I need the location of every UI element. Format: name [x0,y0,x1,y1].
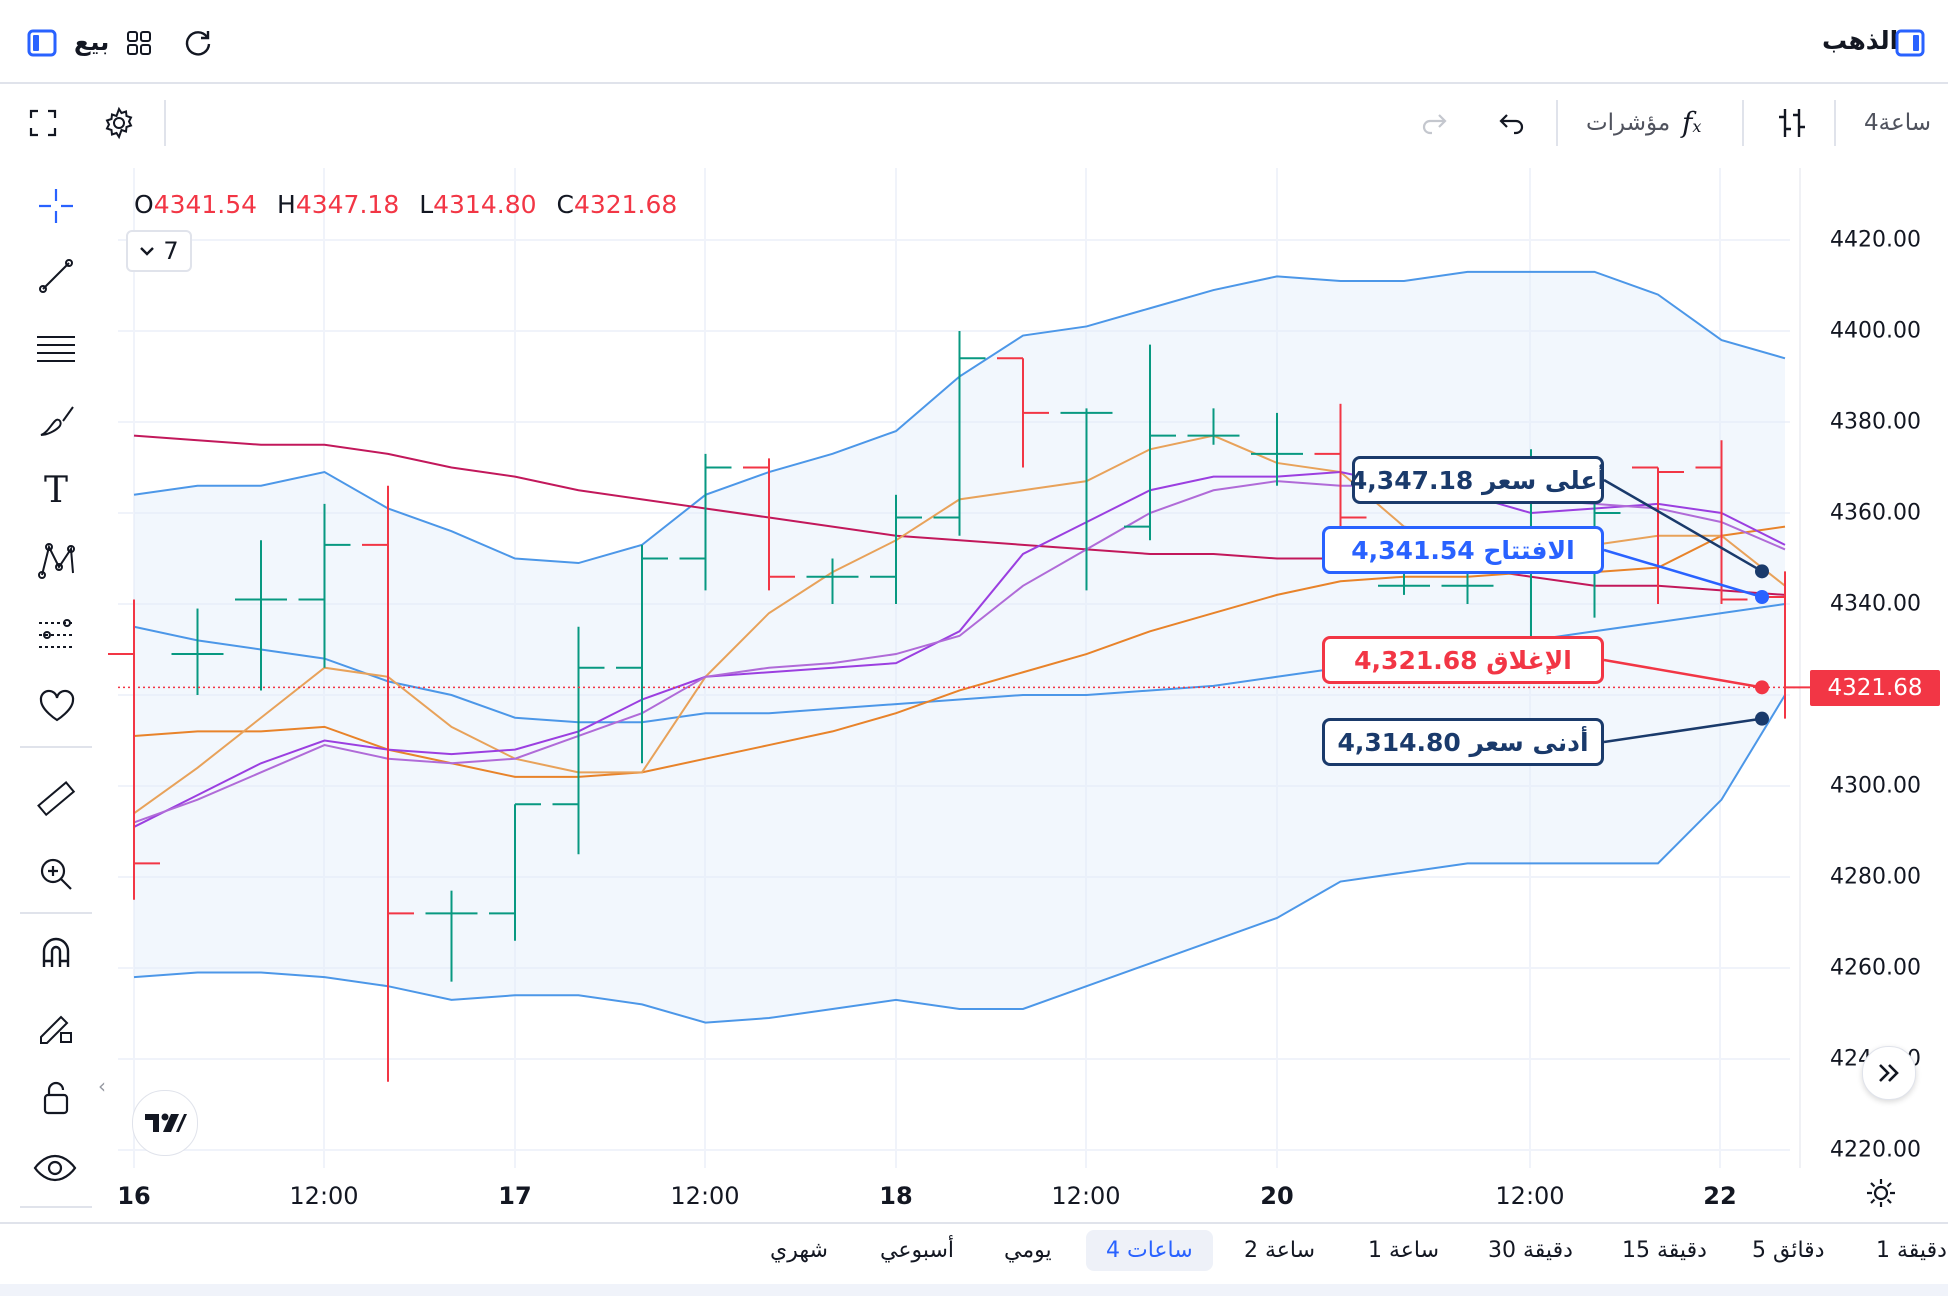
price-axis-label: 4400.00 [1830,318,1921,344]
low-price-callout: أدنى سعر 4,314.80 [1322,718,1604,766]
double-chevron-right-icon [1879,1064,1899,1082]
time-axis-label: 16 [117,1182,151,1210]
interval-label[interactable]: 4ساعة [1864,110,1931,136]
bottom-strip [0,1284,1948,1296]
timeframe-1h[interactable]: 1 ساعة [1368,1238,1439,1263]
time-axis-label: 12:00 [289,1182,359,1210]
open-price-callout: الافتتاح 4,341.54 [1322,526,1604,574]
time-axis-label: 17 [498,1182,532,1210]
open-value: 4341.54 [153,190,258,219]
timeframe-daily[interactable]: يومي [1004,1238,1052,1263]
price-axis-label: 4280.00 [1830,864,1921,890]
close-value: 4321.68 [573,190,678,219]
time-axis-label: 18 [879,1182,913,1210]
time-axis-label: 22 [1703,1182,1737,1210]
time-axis-label: 20 [1260,1182,1294,1210]
low-value: 4314.80 [433,190,537,219]
ohlc-legend: O4341.54 H4347.18 L4314.80 C4321.68 [134,190,677,219]
refresh-icon[interactable] [182,27,214,59]
price-axis-label: 4420.00 [1830,227,1921,253]
timeframe-15min[interactable]: 15 دقيقة [1622,1238,1707,1263]
timeframe-weekly[interactable]: أسبوعي [880,1238,954,1263]
chevron-down-icon [140,247,155,256]
indicators-count: 7 [163,237,179,265]
high-callout-marker [1755,564,1769,579]
fullscreen-icon[interactable] [26,106,60,140]
indicators-toggle-button[interactable]: 7 [126,230,192,272]
price-axis-label: 4300.00 [1830,773,1921,799]
close-price-callout: الإغلاق 4,321.68 [1322,636,1604,684]
tradingview-logo[interactable] [132,1090,198,1156]
timeframe-4h[interactable]: 4 ساعات [1086,1230,1213,1271]
price-chart[interactable] [0,168,1948,1228]
open-label: O [134,190,154,219]
close-label: C [556,190,574,219]
chart-toolbar: مؤشرات fx 4ساعة [0,84,1948,162]
fx-indicators-icon[interactable]: fx [1682,106,1701,139]
price-axis-label: 4340.00 [1830,591,1921,617]
current-price-badge: 4321.68 [1810,670,1940,706]
top-header-bar: بيع الذهب [0,0,1948,84]
low-label: L [419,190,434,219]
high-price-callout: أعلى سعر 4,347.18 [1350,456,1606,504]
timeframe-monthly[interactable]: شهري [770,1238,828,1263]
price-axis-label: 4220.00 [1830,1137,1921,1163]
panel-toggle-right-icon[interactable] [1894,28,1926,58]
redo-icon[interactable] [1420,108,1450,138]
close-callout-marker [1755,680,1769,695]
scroll-to-realtime-button[interactable] [1862,1046,1916,1100]
toolbar-divider [1742,100,1744,146]
toolbar-divider [1556,100,1558,146]
time-axis-label: 12:00 [670,1182,740,1210]
grid-layout-icon[interactable] [124,28,154,58]
time-axis-label: 12:00 [1495,1182,1565,1210]
indicators-label[interactable]: مؤشرات [1586,110,1670,136]
price-axis-label: 4260.00 [1830,955,1921,981]
timeframe-30min[interactable]: 30 دقيقة [1488,1238,1573,1263]
symbol-title: الذهب [1822,26,1899,55]
time-axis-label: 12:00 [1051,1182,1121,1210]
high-label: H [277,190,296,219]
settings-gear-icon[interactable] [100,104,138,142]
timeframe-2h[interactable]: 2 ساعة [1244,1238,1315,1263]
timeframe-5min[interactable]: 5 دقائق [1752,1238,1825,1263]
panel-toggle-left-icon[interactable] [26,28,58,58]
bar-style-icon[interactable] [1774,104,1810,142]
chart-theme-settings-icon[interactable] [1864,1176,1898,1210]
timeframe-1min[interactable]: 1 دقيقة [1876,1238,1947,1263]
sell-label[interactable]: بيع [74,28,109,56]
toolbar-divider [164,100,166,146]
high-value: 4347.18 [295,190,400,219]
undo-icon[interactable] [1496,108,1526,138]
toolbar-divider [1834,100,1836,146]
price-axis-label: 4360.00 [1830,500,1921,526]
price-axis-label: 4380.00 [1830,409,1921,435]
open-callout-marker [1755,589,1769,604]
low-callout-marker [1755,711,1769,726]
